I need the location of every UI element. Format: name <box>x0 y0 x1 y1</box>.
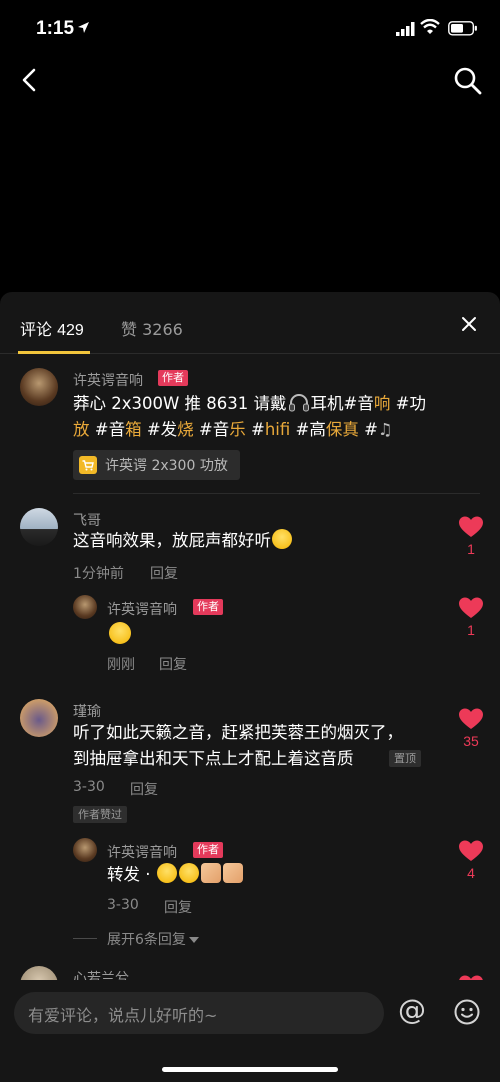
grinning-emoji-icon <box>109 622 131 644</box>
tab-likes[interactable]: 赞 3266 <box>121 316 183 340</box>
reply-author-name[interactable]: 许英谔音响 <box>107 842 177 862</box>
back-arrow-icon[interactable] <box>18 66 42 94</box>
comment-tabs: 评论 429 赞 3266 <box>0 292 500 354</box>
reply-text-content: 转发 · <box>107 865 156 884</box>
location-arrow-icon <box>78 22 89 33</box>
wifi-icon <box>420 19 440 34</box>
tab-likes-count: 3266 <box>142 320 183 339</box>
avatar[interactable] <box>73 595 97 619</box>
expand-replies-label: 展开6条回复 <box>107 932 186 948</box>
expand-divider <box>73 938 97 939</box>
heart-icon[interactable] <box>459 708 483 730</box>
shopping-cart-icon <box>79 456 97 474</box>
heart-icon[interactable] <box>459 516 483 538</box>
comment-text: 这音响效果，放屁声都好听 <box>73 528 293 554</box>
grinning-emoji-icon <box>156 863 177 883</box>
battery-icon <box>448 21 477 36</box>
active-tab-indicator <box>18 351 90 354</box>
comment-text-line: 听了如此天籁之音，赶紧把芙蓉王的烟灭了， <box>73 723 403 742</box>
status-bar: 1:15 <box>0 0 500 56</box>
post-text-segment: # <box>245 420 265 439</box>
heart-icon[interactable] <box>459 597 483 619</box>
reply-time: 刚刚 <box>107 657 135 673</box>
heart-icon[interactable] <box>459 840 483 862</box>
like-count: 35 <box>463 733 479 749</box>
avatar[interactable] <box>20 699 58 737</box>
reply-author-name[interactable]: 许英谔音响 <box>107 599 177 619</box>
post-text-segment: 耳机#音 <box>310 394 374 413</box>
author-badge: 作者 <box>193 599 223 615</box>
laughing-emoji-icon <box>178 863 199 883</box>
post-text-segment: 莽心 2x300W 推 8631 请戴 <box>73 394 287 413</box>
clapping-hands-icon <box>200 863 221 883</box>
comment-time: 1分钟前 <box>73 566 124 582</box>
post-text-segment: #发 <box>141 420 178 439</box>
tab-likes-label: 赞 <box>121 320 138 339</box>
post-text-highlight: 乐 <box>229 420 246 439</box>
post-text-segment: #音 <box>193 420 230 439</box>
comment-input[interactable]: 有爱评论，说点儿好听的~ <box>14 992 384 1034</box>
pinned-tag: 置顶 <box>389 750 421 767</box>
post-text-highlight: hifi <box>264 420 291 439</box>
comment-text-content: 这音响效果，放屁声都好听 <box>73 531 271 550</box>
tab-comments-count: 429 <box>57 322 84 339</box>
top-bar <box>0 56 500 106</box>
post-text-highlight: 保 <box>325 420 343 439</box>
laughing-emoji-icon <box>272 529 292 549</box>
avatar[interactable] <box>20 508 58 546</box>
reply-button[interactable]: 回复 <box>159 654 187 674</box>
reply-button[interactable]: 回复 <box>164 897 192 917</box>
avatar[interactable] <box>20 368 58 406</box>
post-text-highlight: 真 <box>342 420 359 439</box>
post-text-highlight: 响 <box>373 394 391 413</box>
search-icon[interactable] <box>453 66 483 96</box>
like-count: 4 <box>467 865 475 881</box>
author-badge: 作者 <box>158 370 188 386</box>
product-link-label: 许英谔 2x300 功放 <box>105 458 228 474</box>
status-time: 1:15 <box>36 18 75 39</box>
reply-text: 转发 · <box>107 862 244 888</box>
post-text-segment: #高 <box>290 420 326 439</box>
post-text-highlight: 放 <box>73 420 90 439</box>
tab-comments-label: 评论 <box>20 320 53 339</box>
reply-button[interactable]: 回复 <box>130 779 158 799</box>
home-indicator[interactable] <box>162 1067 338 1072</box>
commenter-name[interactable]: 飞哥 <box>73 510 101 530</box>
post-text-highlight: 箱 <box>125 420 142 439</box>
post-text-highlight: 烧 <box>177 420 194 439</box>
cellular-signal-icon <box>396 22 415 36</box>
comment-text-line: 到抽屉拿出和天下点上才配上着这音质 <box>73 749 354 768</box>
reply-button[interactable]: 回复 <box>150 563 178 583</box>
avatar[interactable] <box>73 838 97 862</box>
emoji-picker-icon[interactable] <box>454 999 480 1025</box>
author-post-text: 莽心 2x300W 推 8631 请戴 耳机#音响 #功 放 #音箱 #发烧 #音… <box>73 391 443 443</box>
author-liked-tag: 作者赞过 <box>73 806 127 823</box>
like-count: 1 <box>467 541 475 557</box>
divider <box>73 493 480 494</box>
tab-comments[interactable]: 评论 429 <box>20 316 84 340</box>
comment-time: 3-30 <box>73 779 105 795</box>
commenter-name[interactable]: 瑾瑜 <box>73 701 101 721</box>
like-count: 1 <box>467 622 475 638</box>
post-text-segment: #音 <box>89 420 126 439</box>
close-icon[interactable] <box>461 316 477 332</box>
chevron-down-icon <box>188 937 199 943</box>
comment-sheet: 评论 429 赞 3266 许英谔音响 作者 莽心 2x300W 推 8631 … <box>0 292 500 1082</box>
post-text-segment: # <box>358 420 378 439</box>
product-link[interactable]: 许英谔 2x300 功放 <box>73 450 240 480</box>
expand-replies-button[interactable]: 展开6条回复 <box>107 929 199 949</box>
post-text-segment: #功 <box>390 394 426 413</box>
mention-at-icon[interactable]: @ <box>398 993 426 1026</box>
music-note-icon: ♫ <box>377 420 393 439</box>
headphone-icon <box>288 394 309 412</box>
author-badge: 作者 <box>193 842 223 858</box>
author-name[interactable]: 许英谔音响 <box>73 370 143 390</box>
reply-time: 3-30 <box>107 897 139 913</box>
thumbs-up-icon <box>222 863 243 883</box>
